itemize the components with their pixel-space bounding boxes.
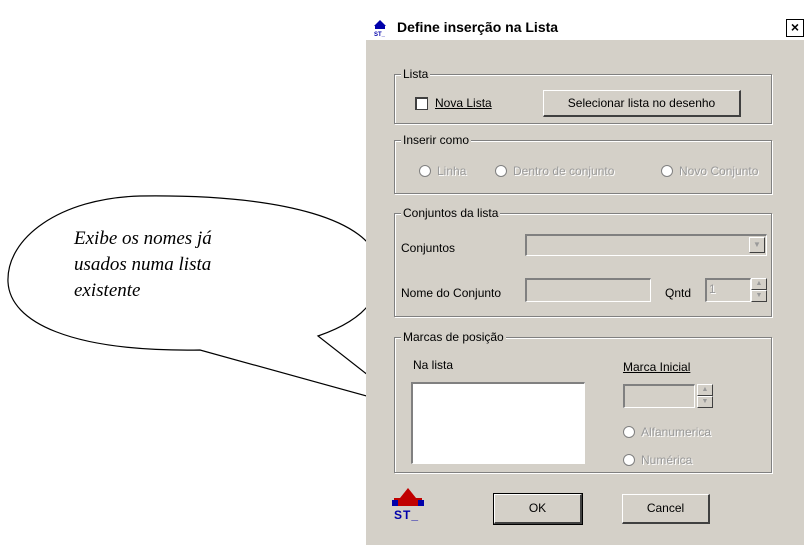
nome-do-conjunto-label: Nome do Conjunto <box>401 286 502 300</box>
conjuntos-da-lista-legend: Conjuntos da lista <box>401 206 501 220</box>
nova-lista-label[interactable]: Nova Lista <box>435 96 492 110</box>
marca-inicial-label: Marca Inicial <box>623 360 691 374</box>
qntd-label: Qntd <box>665 286 692 300</box>
callout-line-1: Exibe os nomes já <box>74 228 212 249</box>
define-insercao-dialog: ST_ Define inserção na Lista × Lista Nov… <box>366 16 804 545</box>
cancel-button[interactable]: Cancel <box>622 494 710 524</box>
radio-novo-conjunto[interactable] <box>661 165 673 177</box>
lista-legend: Lista <box>401 67 431 81</box>
radio-dentro-de-conjunto-label[interactable]: Dentro de conjunto <box>513 164 614 178</box>
radio-alfanumerica-label[interactable]: Alfanumerica <box>641 425 711 439</box>
radio-linha[interactable] <box>419 165 431 177</box>
callout-line-2: usados numa lista <box>74 254 212 275</box>
conjuntos-label: Conjuntos <box>401 241 456 255</box>
na-lista-label: Na lista <box>413 358 454 372</box>
marcas-de-posicao-group: Marcas de posição Na lista Marca Inicial… <box>394 330 772 473</box>
dialog-title: Define inserção na Lista <box>397 19 559 35</box>
marca-inicial-up-button[interactable]: ▲ <box>697 384 713 396</box>
conjuntos-dropdown[interactable]: ▼ <box>525 234 767 256</box>
qntd-up-button[interactable]: ▲ <box>751 278 767 290</box>
inserir-como-legend: Inserir como <box>401 133 472 147</box>
radio-alfanumerica[interactable] <box>623 426 635 438</box>
conjuntos-da-lista-group: Conjuntos da lista Conjuntos ▼ Nome do C… <box>394 206 772 317</box>
marca-inicial-field[interactable] <box>623 384 695 408</box>
inserir-como-group: Inserir como Linha Dentro de conjunto No… <box>394 133 772 194</box>
radio-numerica[interactable] <box>623 454 635 466</box>
callout-line-3: existente <box>74 280 141 301</box>
na-lista-listbox[interactable] <box>411 382 585 464</box>
lista-group: Lista Nova Lista Selecionar lista no des… <box>394 67 772 124</box>
chevron-down-icon[interactable]: ▼ <box>749 237 765 253</box>
qntd-down-button[interactable]: ▼ <box>751 290 767 302</box>
qntd-field[interactable]: 1 <box>705 278 751 302</box>
title-bar: ST_ Define inserção na Lista × <box>366 16 804 40</box>
qntd-value: 1 <box>709 282 716 296</box>
nome-do-conjunto-field[interactable] <box>525 278 651 302</box>
marcas-de-posicao-legend: Marcas de posição <box>401 330 506 344</box>
st-logo-text: ST_ <box>394 508 420 522</box>
radio-novo-conjunto-label[interactable]: Novo Conjunto <box>679 164 758 178</box>
app-logo-icon: ST_ <box>374 20 386 37</box>
close-button[interactable]: × <box>786 19 804 37</box>
nova-lista-checkbox[interactable] <box>415 97 428 110</box>
radio-dentro-de-conjunto[interactable] <box>495 165 507 177</box>
radio-linha-label[interactable]: Linha <box>437 164 466 178</box>
ok-button[interactable]: OK <box>493 493 583 525</box>
marca-inicial-down-button[interactable]: ▼ <box>697 396 713 408</box>
selecionar-lista-button[interactable]: Selecionar lista no desenho <box>543 90 741 117</box>
svg-text:ST_: ST_ <box>374 32 386 37</box>
callout-text: Exibe os nomes já usados numa lista exis… <box>74 226 274 304</box>
radio-numerica-label[interactable]: Numérica <box>641 453 692 467</box>
